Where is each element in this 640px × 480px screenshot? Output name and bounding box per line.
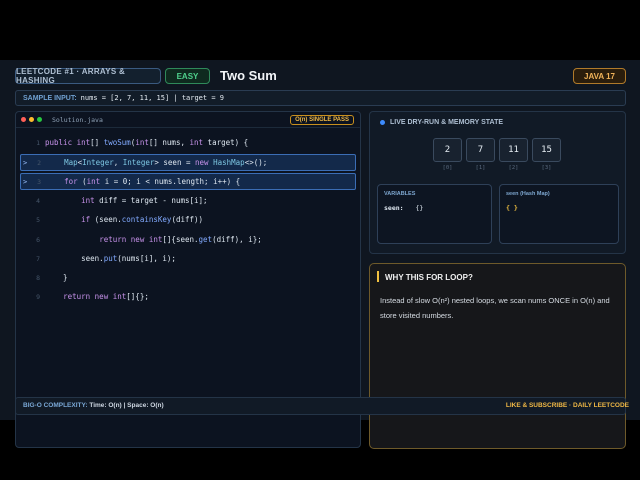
code-line: >3 for (int i = 0; i < nums.length; i++)… (20, 173, 356, 190)
explanation-title: WHY THIS FOR LOOP? (385, 273, 473, 282)
dryrun-panel: LIVE DRY-RUN & MEMORY STATE 2 7 11 15 [0… (369, 111, 626, 254)
code-text: public int[] twoSum(int[] nums, int targ… (45, 138, 249, 147)
sample-input-value: nums = [2, 7, 11, 15] | target = 9 (80, 94, 224, 102)
array-cell: 2 (433, 138, 462, 162)
code-line: 1 public int[] twoSum(int[] nums, int tar… (20, 134, 356, 151)
line-number: 5 (36, 215, 40, 224)
hashmap-content: { } (506, 204, 518, 212)
line-number: 6 (36, 235, 40, 244)
line-number: 9 (36, 292, 40, 301)
code-line: 5 if (seen.containsKey(diff)) (20, 211, 356, 228)
variable-value: {} (415, 204, 424, 212)
editor-filename: Solution.java (52, 115, 103, 124)
language-badge: JAVA 17 (573, 68, 626, 84)
maximize-dot-icon (37, 117, 42, 122)
code-line: 6 return new int[]{seen.get(diff), i}; (20, 231, 356, 248)
variable-name: seen: (384, 204, 404, 212)
editor-titlebar: Solution.java O(n) SINGLE PASS (16, 112, 360, 128)
time-complexity: Time: O(n) (89, 402, 122, 409)
accent-bar (377, 271, 379, 282)
line-number: 1 (36, 138, 40, 147)
code-line: 7 seen.put(nums[i], i); (20, 250, 356, 267)
code-line: 8 } (20, 269, 356, 286)
code-text: int diff = target - nums[i]; (81, 196, 208, 205)
code-line: 4 int diff = target - nums[i]; (20, 192, 356, 209)
line-number: 4 (36, 196, 40, 205)
array-index: [1] (475, 165, 486, 171)
close-dot-icon (21, 117, 26, 122)
code-text: if (seen.containsKey(diff)) (81, 215, 204, 224)
space-complexity: Space: O(n) (127, 402, 164, 409)
code-text: for (int i = 0; i < nums.length; i++) { (64, 177, 241, 186)
array-index: [3] (541, 165, 552, 171)
complexity-label: BIG-O COMPLEXITY: (23, 402, 88, 409)
sample-input-bar: SAMPLE INPUT: nums = [2, 7, 11, 15] | ta… (15, 90, 626, 106)
difficulty-badge: EASY (165, 68, 210, 84)
line-number: 8 (36, 273, 40, 282)
hashmap-box: seen (Hash Map) { } (499, 184, 619, 244)
video-frame: LEETCODE #1 · ARRAYS & HASHING EASY Two … (0, 60, 640, 449)
problem-title: Two Sum (220, 68, 277, 83)
sample-input-label: SAMPLE INPUT: (23, 94, 77, 102)
line-number: 7 (36, 254, 40, 263)
line-number: 2 (37, 158, 41, 167)
minimize-dot-icon (29, 117, 34, 122)
array-cell: 11 (499, 138, 528, 162)
explanation-body: Instead of slow O(n²) nested loops, we s… (380, 296, 610, 320)
dryrun-header: LIVE DRY-RUN & MEMORY STATE (380, 119, 503, 126)
variables-content: seen: {} (384, 204, 423, 212)
live-dot-icon (380, 120, 385, 125)
array-index: [2] (508, 165, 519, 171)
dryrun-title: LIVE DRY-RUN & MEMORY STATE (390, 119, 504, 126)
array-cell: 7 (466, 138, 495, 162)
code-text: Map<Integer, Integer> seen = new HashMap… (64, 158, 268, 167)
array-index: [0] (442, 165, 453, 171)
code-text: } (45, 273, 68, 282)
complexity-summary: BIG-O COMPLEXITY: Time: O(n) | Space: O(… (23, 402, 164, 409)
explanation-card: WHY THIS FOR LOOP? Instead of slow O(n²)… (369, 263, 626, 449)
code-text: return new int[]{seen.get(diff), i}; (99, 235, 262, 244)
line-number: 3 (37, 177, 41, 186)
code-text: seen.put(nums[i], i); (45, 254, 176, 263)
variables-title: VARIABLES (384, 191, 416, 197)
problem-tag: LEETCODE #1 · ARRAYS & HASHING (15, 67, 161, 85)
current-line-arrow-icon: > (23, 177, 28, 186)
code-line: >2 Map<Integer, Integer> seen = new Hash… (20, 154, 356, 171)
current-line-arrow-icon: > (23, 158, 28, 167)
subscribe-cta: LIKE & SUBSCRIBE · DAILY LEETCODE (505, 402, 629, 409)
footer-bar: BIG-O COMPLEXITY: Time: O(n) | Space: O(… (15, 397, 629, 415)
code-text: return new int[]{}; (63, 292, 149, 301)
code-line: 9 return new int[]{}; (20, 288, 356, 305)
array-cell: 15 (532, 138, 561, 162)
variables-box: VARIABLES seen: {} (377, 184, 492, 244)
hashmap-title: seen (Hash Map) (506, 191, 550, 197)
complexity-badge: O(n) SINGLE PASS (290, 115, 354, 125)
